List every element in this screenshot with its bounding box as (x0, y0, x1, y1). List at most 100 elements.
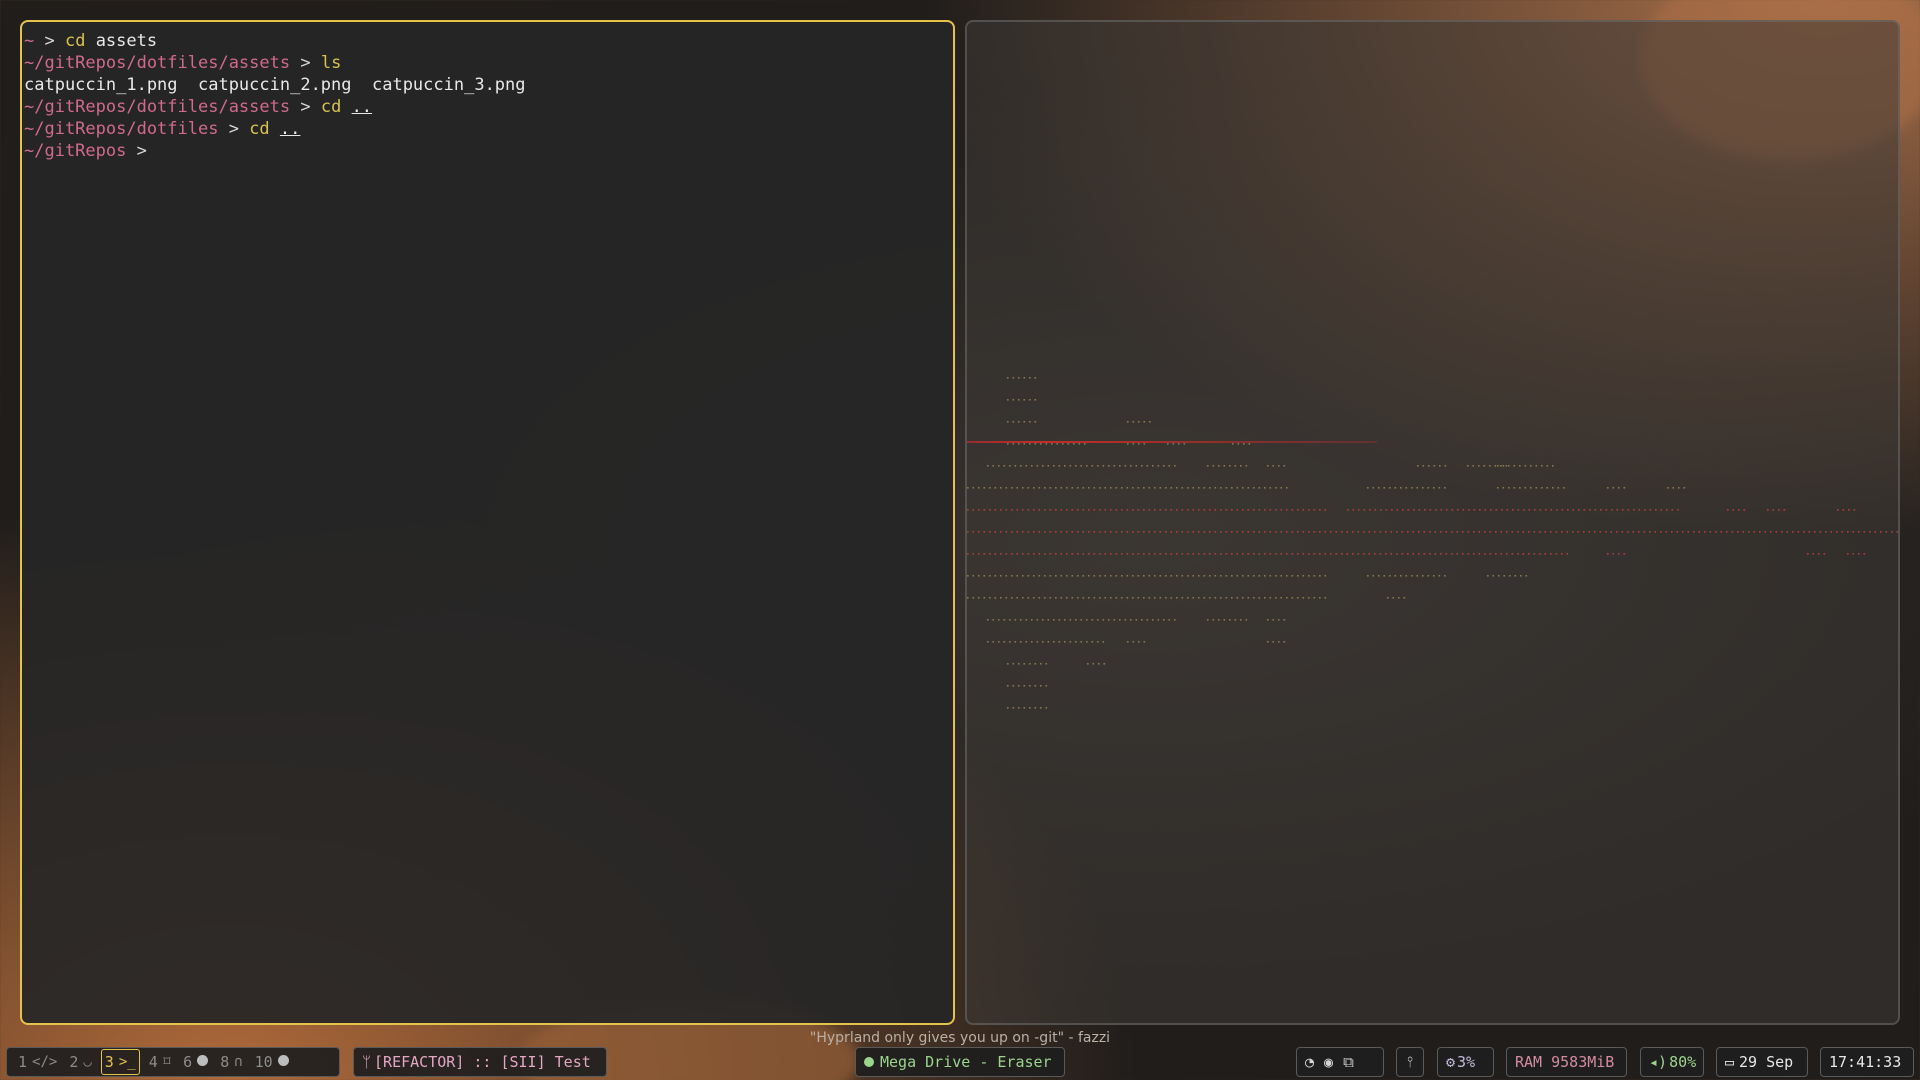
workspace-3[interactable]: 3 >_ (100, 1049, 140, 1075)
workspace-6[interactable]: 6 (180, 1049, 211, 1075)
visualizer-dot (1891, 531, 1893, 533)
clock-pill[interactable]: 17:41:33 (1820, 1047, 1914, 1077)
visualizer-dot (1275, 531, 1277, 533)
ram-usage[interactable]: RAM 9583MiB (1506, 1047, 1627, 1077)
visualizer-dot (1390, 553, 1393, 555)
visualizer-dot (1055, 575, 1057, 577)
visualizer-dot (1018, 443, 1020, 445)
visualizer-dot (1258, 553, 1261, 555)
visualizer-dot (1616, 509, 1619, 511)
visualizer-dot (1007, 663, 1009, 665)
visualizer-dot (1029, 377, 1031, 379)
visualizer-dot (1291, 553, 1294, 555)
visualizer-dot (1146, 619, 1149, 621)
visualizer-dot (1385, 553, 1387, 555)
volume-control[interactable]: ◂) 80% (1640, 1047, 1704, 1077)
terminal-window[interactable]: ~ > cd assets ~/gitRepos/dotfiles/assets … (20, 20, 955, 1025)
visualizer-dot (1020, 641, 1022, 643)
terminal-line: ~/gitRepos/dotfiles/assets > ls (24, 52, 951, 74)
visualizer-dot (1104, 553, 1107, 555)
visualizer-dot (1086, 465, 1088, 467)
visualizer-dot (1341, 553, 1343, 555)
visualizer-dot (1517, 531, 1519, 533)
visualizer-dot (1077, 531, 1079, 533)
visualizer-dot (1236, 575, 1239, 577)
visualizer-dot (989, 597, 991, 599)
workspace-4[interactable]: 4 ⌑ (146, 1049, 174, 1075)
visualizer-dot (1005, 531, 1008, 533)
visualizer-dot (967, 597, 969, 599)
visualizer-dot (1280, 509, 1283, 511)
visualizer-dot (1003, 619, 1006, 621)
git-branch-icon: ᛘ (362, 1053, 372, 1071)
visualizer-dot (1062, 443, 1064, 445)
workspace-1[interactable]: 1 </> (15, 1049, 60, 1075)
visualizer-dot (1198, 487, 1200, 489)
visualizer-dot (1335, 531, 1338, 533)
visualizer-dot (1286, 509, 1288, 511)
visualizer-dot (1159, 509, 1162, 511)
visualizer-dot (1671, 509, 1674, 511)
visualizer-dot (1022, 575, 1024, 577)
visualizer-dot (1055, 553, 1057, 555)
visualizer-dot (1468, 509, 1470, 511)
workspace-8[interactable]: 8 ∩ (217, 1049, 245, 1075)
visualizer-dot (998, 619, 1000, 621)
visualizer-dot (1748, 531, 1750, 533)
visualizer-dot (1566, 531, 1569, 533)
visualizer-dot (1885, 531, 1888, 533)
visualizer-dot (1121, 553, 1123, 555)
visualizer-dot (1561, 531, 1563, 533)
visualizer-dot (1385, 509, 1388, 511)
visualizer-dot (1687, 531, 1690, 533)
workspace-10[interactable]: 10 (252, 1049, 292, 1075)
visualizer-dot (1269, 487, 1272, 489)
visualizer-dot (1080, 619, 1083, 621)
date-pill[interactable]: ▭ 29 Sep (1716, 1047, 1808, 1077)
visualizer-dot (1198, 531, 1200, 533)
visualizer-dot (1416, 575, 1419, 577)
visualizer-dot (1508, 465, 1510, 467)
terminal-output[interactable]: ~ > cd assets ~/gitRepos/dotfiles/assets … (22, 22, 953, 170)
chromium-icon[interactable]: ◉ (1324, 1053, 1333, 1071)
visualizer-dot (1011, 531, 1013, 533)
visualizer-dot (1467, 531, 1470, 533)
audio-visualizer-window[interactable] (965, 20, 1900, 1025)
pin-pill[interactable]: ⫯ (1396, 1047, 1424, 1077)
visualizer-dot (1621, 531, 1624, 533)
visualizer-dot (978, 575, 980, 577)
git-status-pill[interactable]: ᛘ [REFACTOR] :: [SII] Test (353, 1047, 607, 1077)
visualizer-dot (1143, 597, 1145, 599)
window-icon[interactable]: ⧉ (1343, 1053, 1354, 1071)
visualizer-dot (1064, 465, 1066, 467)
visualizer-dot (1874, 531, 1877, 533)
visualizer-dot (1023, 377, 1026, 379)
visualizer-dot (1545, 509, 1547, 511)
visualizer-dot (1091, 641, 1094, 643)
visualizer-dot (1278, 641, 1280, 643)
visualizer-dot (1594, 509, 1597, 511)
workspace-2[interactable]: 2 ◡ (66, 1049, 94, 1075)
visualizer-dot (1033, 531, 1035, 533)
visualizer-dot (1005, 597, 1008, 599)
steam-icon[interactable]: ◔ (1305, 1053, 1314, 1071)
visualizer-dot (1853, 509, 1856, 511)
visualizer-dot (1029, 663, 1031, 665)
visualizer-dot (1060, 597, 1063, 599)
visualizer-dot (987, 465, 989, 467)
visualizer-dot (1253, 531, 1255, 533)
visualizer-dot (1704, 531, 1706, 533)
visualizer-dot (994, 487, 997, 489)
visualizer-dot (1176, 509, 1178, 511)
visualizer-dot (1187, 575, 1189, 577)
visualizer-dot (1049, 575, 1052, 577)
visualizer-dot (1269, 509, 1272, 511)
cpu-usage[interactable]: ⚙ 3% (1437, 1047, 1494, 1077)
visualizer-dot (1044, 509, 1046, 511)
media-player-pill[interactable]: Mega Drive - Eraser (855, 1047, 1065, 1077)
visualizer-dot (1346, 553, 1349, 555)
visualizer-dot (1034, 663, 1037, 665)
visualizer-dot (1038, 553, 1041, 555)
visualizer-dot (1092, 663, 1095, 665)
visualizer-dot (1444, 575, 1446, 577)
